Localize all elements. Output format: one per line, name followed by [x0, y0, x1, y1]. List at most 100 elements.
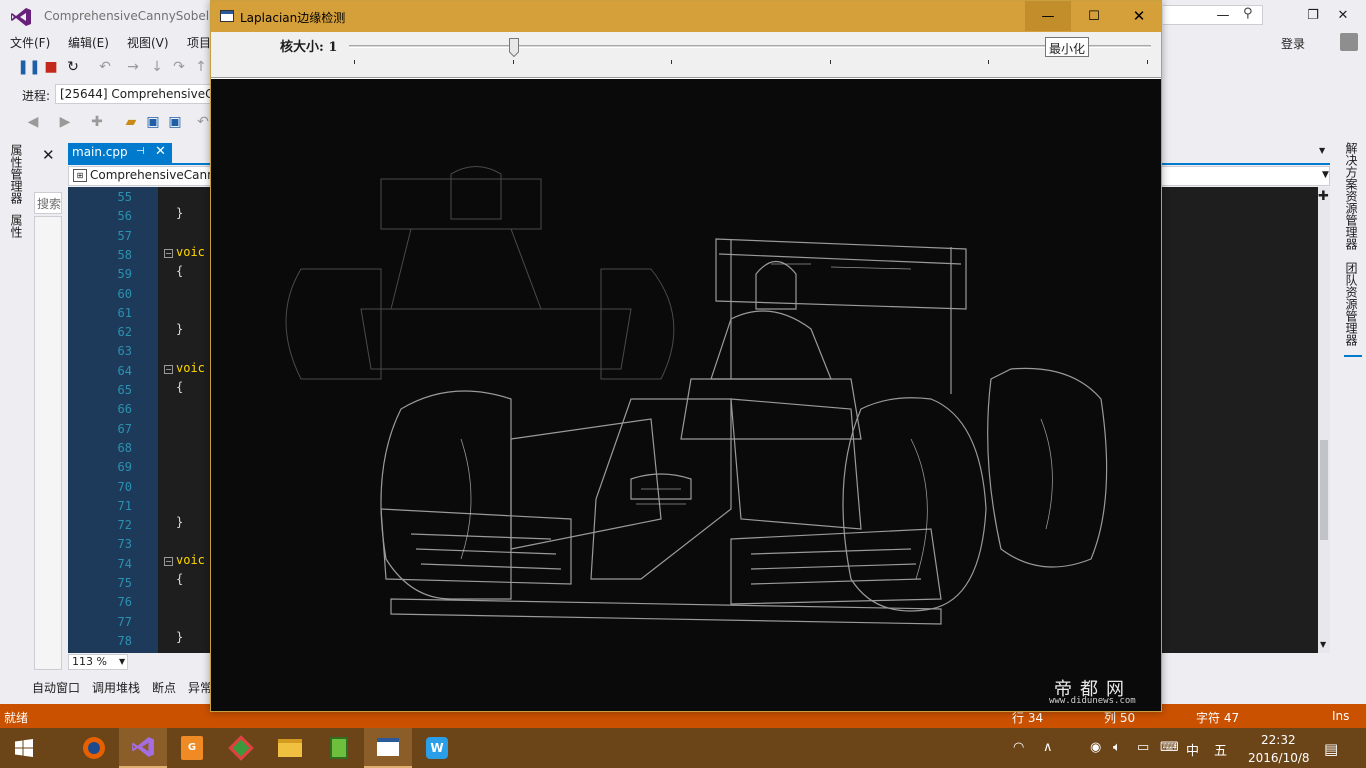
call-stack-tab[interactable]: 调用堆栈	[92, 679, 140, 696]
trackbar-tick	[1147, 60, 1148, 64]
clock-time[interactable]: 22:32	[1261, 733, 1296, 747]
maximize-button[interactable]: ☐	[1071, 1, 1117, 31]
chevron-down-icon[interactable]: ▼	[119, 657, 125, 666]
trackbar-tick	[354, 60, 355, 64]
line-number: 65	[117, 383, 132, 397]
exceptions-tab[interactable]: 异常	[188, 679, 212, 696]
close-button[interactable]: ✕	[1117, 1, 1161, 31]
vs-close-button[interactable]: ✕	[1320, 0, 1366, 30]
ime-mode[interactable]: 中	[1186, 740, 1199, 759]
sign-in-link[interactable]: 登录	[1281, 35, 1305, 52]
vertical-scrollbar[interactable]	[1318, 187, 1330, 653]
vs-minimize-button[interactable]: —	[1200, 0, 1246, 30]
notification-icon[interactable]: ▤	[1324, 740, 1338, 758]
trackbar-thumb[interactable]	[509, 38, 519, 57]
menu-project[interactable]: 项目	[187, 34, 211, 51]
firefox-icon[interactable]	[70, 728, 118, 768]
fold-toggle-icon[interactable]: −	[164, 365, 173, 374]
right-dock-tabs: 解决方案资源管理器 团队资源管理器	[1335, 140, 1366, 670]
forward-icon[interactable]: ▶	[56, 111, 74, 133]
process-select[interactable]: [25644] ComprehensiveCa	[55, 84, 215, 104]
close-icon[interactable]: ✕	[155, 144, 166, 159]
fold-toggle-icon[interactable]: −	[164, 557, 173, 566]
close-icon[interactable]: ✕	[42, 146, 55, 164]
opencv-window[interactable]: Laplacian边缘检测 — ☐ ✕ 核大小: 1 最小化 帝都网 www.d…	[210, 0, 1162, 712]
fold-toggle-icon[interactable]: −	[164, 249, 173, 258]
stop-icon[interactable]: ■	[42, 56, 60, 78]
action-center-icon[interactable]: ▭	[1137, 740, 1149, 755]
clock-date[interactable]: 2016/10/8	[1248, 751, 1310, 765]
start-button[interactable]	[0, 728, 48, 768]
notepad-icon[interactable]	[315, 728, 363, 768]
wifi-icon[interactable]: ◠	[1013, 740, 1024, 755]
opencv-window-icon[interactable]	[364, 728, 412, 768]
window-app-icon	[220, 10, 234, 22]
split-window-icon[interactable]: ✚	[1318, 189, 1329, 204]
property-manager-tab[interactable]: 属性管理器	[8, 144, 25, 204]
keyboard-icon[interactable]: ⌨︎	[1160, 740, 1179, 755]
network-status-icon[interactable]: ◉	[1090, 740, 1101, 755]
line-number: 57	[117, 228, 132, 243]
vs-window-title: ComprehensiveCannySobelL	[44, 9, 216, 23]
process-label: 进程:	[22, 89, 51, 103]
toolbox-panel	[34, 216, 62, 670]
line-number: 72	[117, 518, 132, 533]
menu-file[interactable]: 文件(F)	[10, 34, 50, 51]
wps-icon[interactable]: W	[413, 728, 461, 768]
line-number: 73	[117, 537, 132, 552]
file-explorer-icon[interactable]	[266, 728, 314, 768]
laplacian-edge-image: 帝都网 www.didunews.com	[211, 79, 1161, 711]
undo-icon[interactable]: ↶	[96, 56, 114, 78]
save-all-icon[interactable]: ▣	[166, 111, 184, 133]
user-account-icon[interactable]	[1340, 33, 1358, 51]
trackbar-tick	[988, 60, 989, 64]
chevron-down-icon[interactable]: ▼	[1320, 640, 1326, 649]
project-icon: ⊞	[73, 169, 87, 182]
menu-edit[interactable]: 编辑(E)	[68, 34, 109, 51]
step-over-icon[interactable]: ↷	[170, 56, 188, 78]
left-dock-tabs: 属性管理器 属性	[0, 140, 30, 670]
back-icon[interactable]: ◀	[24, 111, 42, 133]
step-out-icon[interactable]: ↑	[192, 56, 210, 78]
line-number: 74	[117, 556, 132, 571]
restart-icon[interactable]: ↻	[64, 56, 82, 78]
volume-icon[interactable]: 🔈︎	[1113, 740, 1121, 755]
pause-icon[interactable]: ❚❚	[17, 56, 40, 78]
chevron-up-icon[interactable]: ∧	[1043, 740, 1053, 755]
project-dropdown[interactable]: ComprehensiveCann	[90, 168, 215, 182]
open-folder-icon[interactable]: ▰	[122, 111, 140, 133]
step-next-icon[interactable]: →	[124, 56, 142, 78]
pin-icon[interactable]: ⊣	[136, 146, 145, 157]
line-number: 78	[117, 633, 132, 648]
trackbar-track[interactable]	[349, 45, 1151, 48]
ime-input-method[interactable]: 五	[1214, 740, 1227, 759]
visual-studio-icon[interactable]	[119, 728, 167, 768]
autos-tab[interactable]: 自动窗口	[32, 679, 80, 696]
pdf-icon[interactable]: G	[168, 728, 216, 768]
status-ready: 就绪	[4, 711, 29, 725]
new-item-icon[interactable]: ✚	[88, 111, 106, 133]
toolbox-search-input[interactable]: 搜索	[34, 192, 62, 214]
active-tab-indicator	[1344, 355, 1362, 357]
minimize-button[interactable]: —	[1025, 1, 1071, 31]
visual-studio-logo-icon	[11, 8, 31, 26]
code-line-65: {	[176, 380, 184, 394]
line-number: 66	[117, 402, 132, 417]
watermark-url: www.didunews.com	[1049, 696, 1136, 706]
line-number: 55	[117, 190, 132, 204]
scrollbar-thumb[interactable]	[1320, 440, 1328, 540]
save-icon[interactable]: ▣	[144, 111, 162, 133]
git-icon[interactable]	[217, 728, 265, 768]
team-explorer-tab[interactable]: 团队资源管理器	[1343, 262, 1360, 346]
opencv-titlebar[interactable]	[211, 1, 1161, 32]
step-into-icon[interactable]: ↓	[148, 56, 166, 78]
solution-explorer-tab[interactable]: 解决方案资源管理器	[1343, 142, 1360, 250]
code-line-75: {	[176, 572, 184, 586]
status-insert-mode: Ins	[1332, 709, 1350, 723]
trackbar-tick	[671, 60, 672, 64]
menu-view[interactable]: 视图(V)	[127, 34, 169, 51]
chevron-down-icon[interactable]: ▼	[1322, 170, 1329, 180]
chevron-up-icon[interactable]: ▼	[1319, 146, 1325, 155]
breakpoints-tab[interactable]: 断点	[152, 679, 176, 696]
properties-tab[interactable]: 属性	[8, 214, 25, 238]
